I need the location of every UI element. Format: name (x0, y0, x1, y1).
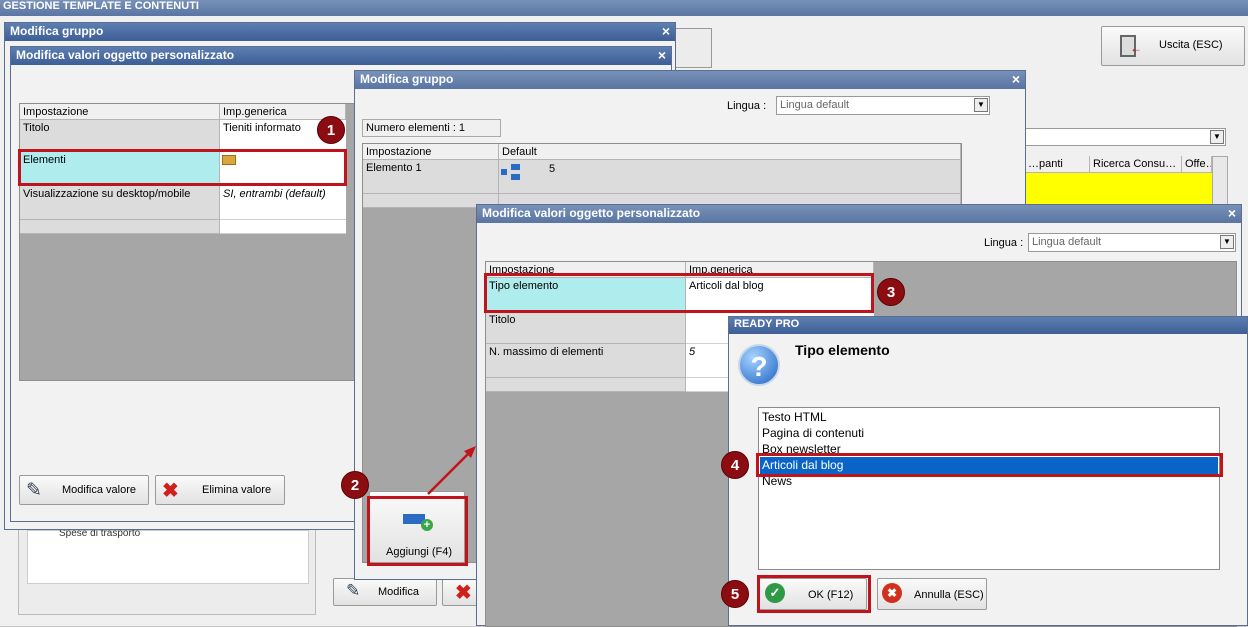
edit-pencil-icon: ✎ (26, 480, 42, 501)
delete-x-icon: ✖ (455, 582, 472, 604)
arrow-annotation (427, 446, 476, 495)
close-icon[interactable]: × (1012, 71, 1020, 87)
window-title: Modifica gruppo (360, 72, 454, 86)
column-header: Default (499, 144, 961, 160)
window-title: Modifica gruppo (10, 24, 104, 38)
tree-structure-icon (501, 164, 521, 182)
bg-panel-right: ▼ …panti Ricerca Consu… Offe… (1025, 118, 1248, 208)
delete-value-label: Elimina valore (202, 484, 272, 496)
option-item[interactable]: Testo HTML (762, 410, 827, 424)
exit-button-label: Uscita (ESC) (1159, 39, 1223, 51)
bg-column-header: Offe… (1182, 156, 1212, 173)
row-label-max-elementi[interactable]: N. massimo di elementi (486, 344, 686, 378)
window-titlebar: Modifica gruppo × (355, 71, 1025, 89)
step-badge-2: 2 (341, 471, 369, 499)
step-badge-1: 1 (317, 116, 345, 144)
step-badge-3: 3 (877, 278, 905, 306)
column-header: Impostazione (20, 104, 220, 120)
lingua-value: Lingua default (1032, 236, 1102, 248)
step-badge-4: 4 (721, 451, 749, 479)
highlight-selected-option (756, 453, 1223, 477)
element-count: Numero elementi : 1 (362, 119, 501, 137)
window-titlebar: Modifica valori oggetto personalizzato × (477, 205, 1241, 223)
window-titlebar: Modifica gruppo × (5, 23, 675, 41)
row-value-visualizzazione[interactable]: SI, entrambi (default) (220, 186, 346, 220)
dialog-heading: Tipo elemento (795, 342, 890, 358)
chevron-down-icon: ▼ (1210, 130, 1224, 144)
main-title: GESTIONE TEMPLATE E CONTENUTI (3, 0, 199, 12)
bg-column-header: …panti (1025, 156, 1090, 173)
dialog-titlebar: READY PRO (729, 317, 1247, 334)
row-label-elemento-1[interactable]: Elemento 1 (363, 160, 499, 194)
bg-yellow-row (1025, 173, 1212, 208)
highlight-tipo-elemento (484, 273, 874, 313)
edit-pencil-icon: ✎ (346, 581, 361, 600)
chevron-down-icon: ▼ (974, 98, 988, 112)
cancel-button-label: Annulla (ESC) (914, 589, 984, 601)
dialog-title: READY PRO (734, 318, 800, 330)
chevron-down-icon: ▼ (1220, 235, 1234, 249)
row-label-visualizzazione[interactable]: Visualizzazione su desktop/mobile (20, 186, 220, 220)
modify-value-label: Modifica valore (62, 484, 136, 496)
bg-button-partial[interactable] (670, 28, 712, 68)
bg-list-panel: Spese di trasporto (18, 525, 316, 615)
option-list[interactable]: Testo HTML Pagina di contenuti Box newsl… (758, 407, 1220, 570)
window-title: Modifica valori oggetto personalizzato (482, 206, 701, 220)
delete-x-icon: ✖ (162, 480, 179, 502)
lingua-label: Lingua : (984, 237, 1024, 249)
lingua-value: Lingua default (780, 99, 850, 111)
window-title: Modifica valori oggetto personalizzato (16, 48, 235, 62)
highlight-ok-button (757, 575, 871, 613)
dialog-ready-pro: READY PRO ? Tipo elemento Testo HTML Pag… (728, 316, 1248, 626)
cancel-button[interactable]: ✖ Annulla (ESC) (877, 578, 987, 610)
column-header: Impostazione (363, 144, 499, 160)
close-icon[interactable]: × (658, 47, 666, 63)
lingua-select[interactable]: Lingua default ▼ (1028, 233, 1236, 252)
close-icon[interactable]: × (662, 23, 670, 39)
window-titlebar: Modifica valori oggetto personalizzato × (11, 47, 671, 65)
exit-button[interactable]: ← Uscita (ESC) (1101, 26, 1245, 66)
step-badge-5: 5 (721, 580, 749, 608)
bg-combo[interactable]: ▼ (1025, 128, 1226, 146)
question-icon: ? (738, 344, 780, 386)
bg-column-header: Ricerca Consu… (1090, 156, 1182, 173)
settings-grid: Impostazione Imp.generica Titolo Tieniti… (19, 103, 357, 381)
lingua-select[interactable]: Lingua default ▼ (776, 96, 990, 115)
close-icon[interactable]: × (1228, 205, 1236, 221)
row-label-titolo[interactable]: Titolo (486, 312, 686, 344)
highlight-elementi (18, 149, 347, 186)
main-titlebar: GESTIONE TEMPLATE E CONTENUTI (0, 0, 1248, 16)
row-label-titolo[interactable]: Titolo (20, 120, 220, 152)
modify-value-button[interactable]: ✎ Modifica valore (19, 475, 149, 505)
option-item[interactable]: Pagina di contenuti (762, 426, 864, 440)
bg-modify-label: Modifica (378, 586, 419, 598)
bg-scrollbar[interactable] (1212, 156, 1228, 208)
element-value: 5 (549, 163, 556, 175)
bg-modify-button[interactable]: ✎ Modifica (333, 578, 437, 606)
lingua-label: Lingua : (727, 100, 767, 112)
delete-value-button[interactable]: ✖ Elimina valore (155, 475, 285, 505)
cancel-x-icon: ✖ (882, 583, 902, 603)
highlight-add-button (367, 496, 468, 566)
row-value-elemento-1[interactable]: 5 (499, 160, 961, 194)
